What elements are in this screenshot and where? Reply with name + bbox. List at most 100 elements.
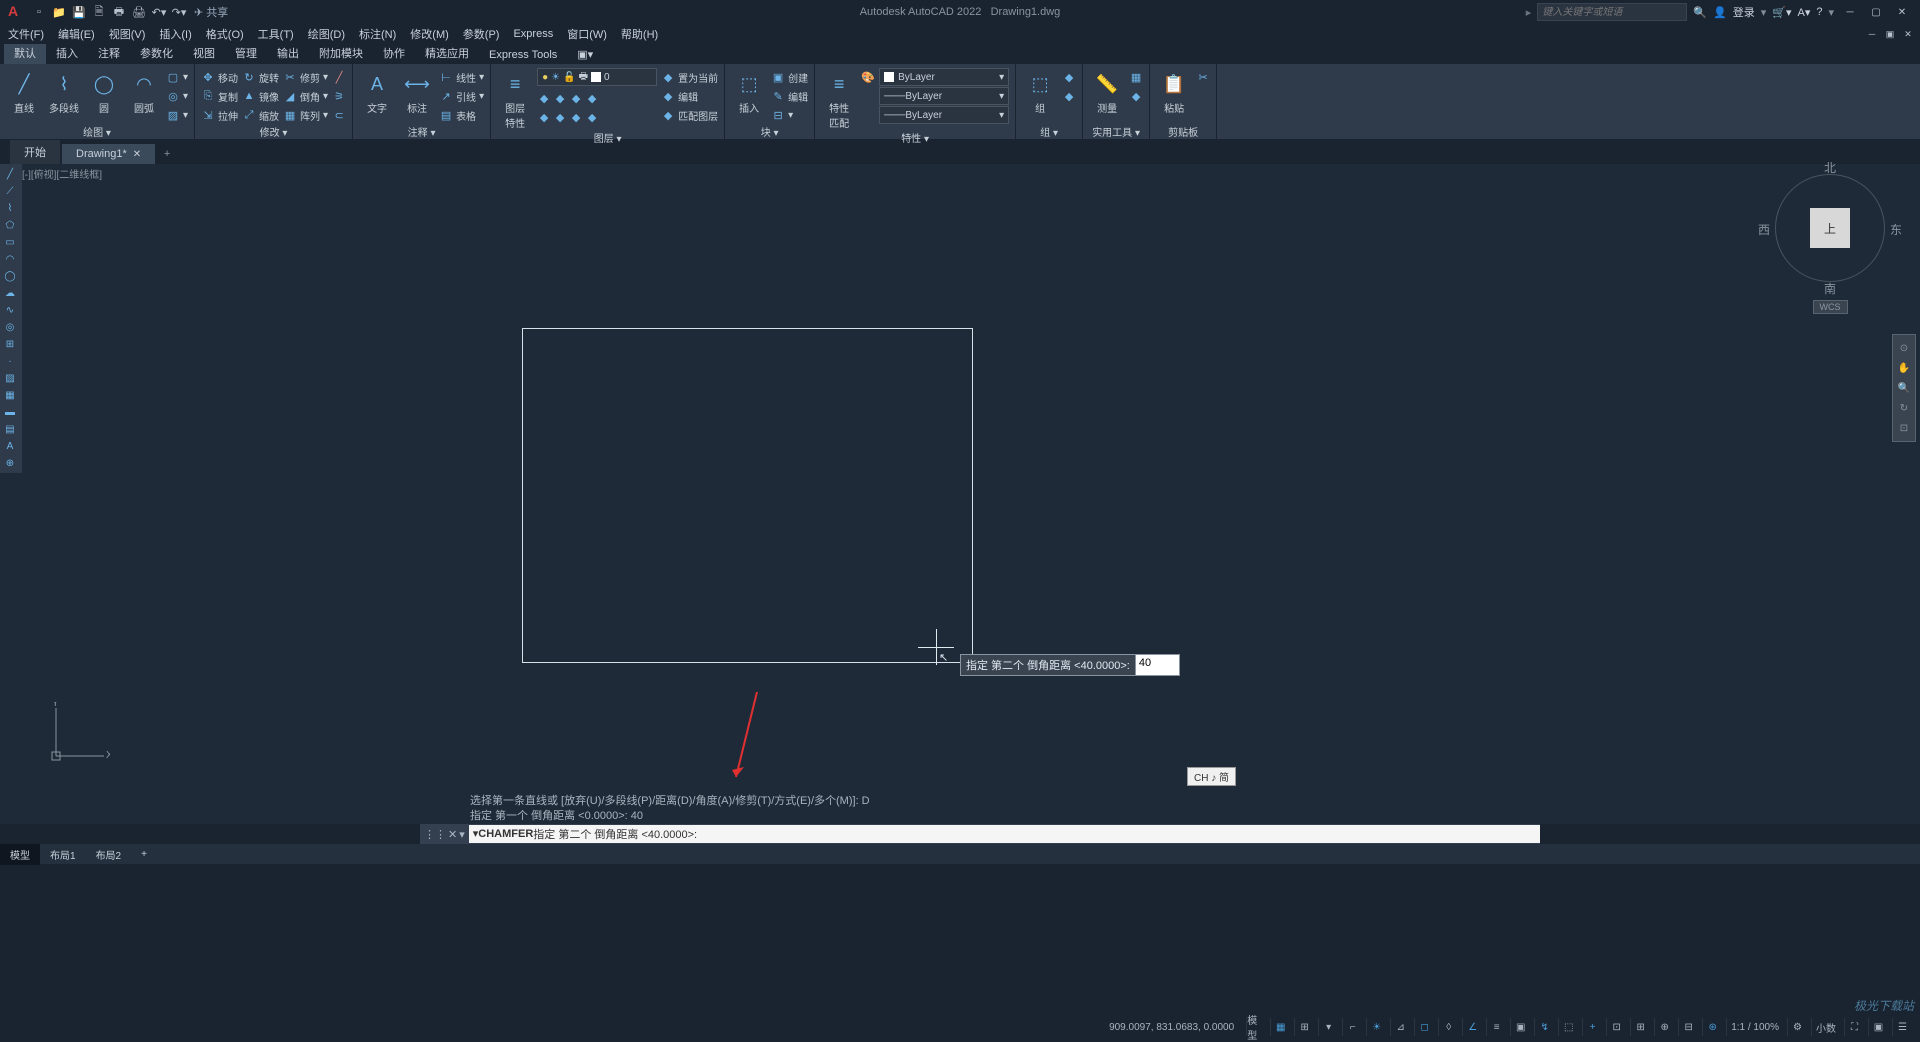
tool-spline-icon[interactable]: ∿ xyxy=(0,302,20,318)
util-sm2[interactable]: ◆ xyxy=(1129,87,1143,105)
nav-zoom-icon[interactable]: 🔍 xyxy=(1893,379,1915,397)
menu-window[interactable]: 窗口(W) xyxy=(567,26,607,42)
ribbon-tab-output[interactable]: 输出 xyxy=(267,42,309,64)
wcs-label[interactable]: WCS xyxy=(1813,300,1848,314)
layout-2[interactable]: 布局2 xyxy=(86,844,132,865)
tool-revcloud-icon[interactable]: ☁ xyxy=(0,285,20,301)
layer-sm7[interactable]: ◆ xyxy=(569,108,583,126)
status-otrack-icon[interactable]: ∠ xyxy=(1462,1018,1482,1036)
status-model[interactable]: 模型 xyxy=(1246,1018,1266,1036)
status-annoscale[interactable]: 1:1 / 100% xyxy=(1726,1018,1783,1036)
search-icon[interactable]: 🔍 xyxy=(1693,6,1707,19)
menu-file[interactable]: 文件(F) xyxy=(8,26,44,42)
qat-save-icon[interactable]: 💾 xyxy=(70,3,88,21)
menu-insert[interactable]: 插入(I) xyxy=(159,26,191,42)
ucs-icon[interactable]: YX xyxy=(50,702,110,762)
status-custom-icon[interactable]: ☰ xyxy=(1892,1018,1912,1036)
status-grid-icon[interactable]: ▦ xyxy=(1270,1018,1290,1036)
menu-tools[interactable]: 工具(T) xyxy=(258,26,294,42)
status-sel-icon[interactable]: ⊞ xyxy=(1630,1018,1650,1036)
ribbon-tab-manage[interactable]: 管理 xyxy=(225,42,267,64)
layer-sm3[interactable]: ◆ xyxy=(569,89,583,107)
status-snap-icon[interactable]: ⊞ xyxy=(1294,1018,1314,1036)
status-clean-icon[interactable]: ▣ xyxy=(1868,1018,1888,1036)
ribbon-tab-more[interactable]: ▣▾ xyxy=(567,45,603,64)
propmatch-button[interactable]: ≡特性匹配 xyxy=(821,66,857,130)
group-sm2[interactable]: ◆ xyxy=(1062,87,1076,105)
layer-sm2[interactable]: ◆ xyxy=(553,89,567,107)
status-annomonitor-icon[interactable]: ⊕ xyxy=(1654,1018,1674,1036)
layer-sm6[interactable]: ◆ xyxy=(553,108,567,126)
nav-pan-icon[interactable]: ✋ xyxy=(1893,359,1915,377)
status-transparency-icon[interactable]: ▣ xyxy=(1510,1018,1530,1036)
layer-sm1[interactable]: ◆ xyxy=(537,89,551,107)
viewcube-south[interactable]: 南 xyxy=(1824,280,1836,297)
dynamic-input[interactable]: 40 xyxy=(1136,654,1180,676)
tool-xline-icon[interactable]: ⟋ xyxy=(0,183,20,199)
status-dyn-icon[interactable]: + xyxy=(1582,1018,1602,1036)
tool-circle-icon[interactable]: ◯ xyxy=(0,268,20,284)
doc-minimize-button[interactable]: ─ xyxy=(1864,27,1880,41)
filetab-close-icon[interactable]: ✕ xyxy=(133,149,141,160)
qat-redo-icon[interactable]: ↷▾ xyxy=(170,3,188,21)
status-3dosnap-icon[interactable]: ◊ xyxy=(1438,1018,1458,1036)
status-iso-icon[interactable]: ⊿ xyxy=(1390,1018,1410,1036)
filetab-drawing1[interactable]: Drawing1*✕ xyxy=(62,144,155,164)
tool-table-icon[interactable]: ▤ xyxy=(0,421,20,437)
ribbon-tab-collab[interactable]: 协作 xyxy=(373,42,415,64)
offset-button[interactable]: ⊂ xyxy=(332,106,346,124)
panel-layer-title[interactable]: 图层 ▾ xyxy=(497,130,718,145)
tool-ellipse-icon[interactable]: ◎ xyxy=(0,319,20,335)
status-ortho-icon[interactable]: ⌐ xyxy=(1342,1018,1362,1036)
blockedit-button[interactable]: ✎编辑 xyxy=(771,87,808,105)
ribbon-tab-addon[interactable]: 附加模块 xyxy=(309,42,373,64)
status-lw-icon[interactable]: ≡ xyxy=(1486,1018,1506,1036)
ime-indicator[interactable]: CH ♪ 简 xyxy=(1187,767,1236,786)
leader-button[interactable]: ↗引线▾ xyxy=(439,87,484,105)
panel-props-title[interactable]: 特性 ▾ xyxy=(821,130,1009,145)
tool-block-icon[interactable]: ⊞ xyxy=(0,336,20,352)
fillet-button[interactable]: ◢倒角▾ xyxy=(283,87,328,105)
cart-icon[interactable]: 🛒▾ xyxy=(1772,6,1791,19)
tool-region-icon[interactable]: ▬ xyxy=(0,404,20,420)
scale-button[interactable]: ⤢缩放 xyxy=(242,106,279,124)
pline-button[interactable]: ⌇多段线 xyxy=(46,66,82,115)
array-button[interactable]: ▦阵列▾ xyxy=(283,106,328,124)
matchlayer-button[interactable]: ◆匹配图层 xyxy=(661,106,718,124)
menu-dim[interactable]: 标注(N) xyxy=(359,26,396,42)
menu-help[interactable]: 帮助(H) xyxy=(621,26,658,42)
maximize-button[interactable]: ▢ xyxy=(1866,3,1886,21)
ribbon-tab-express[interactable]: Express Tools xyxy=(479,46,567,64)
panel-modify-title[interactable]: 修改 ▾ xyxy=(201,124,346,139)
ribbon-tab-default[interactable]: 默认 xyxy=(4,42,46,64)
menu-draw[interactable]: 绘图(D) xyxy=(308,26,345,42)
ellipse-button[interactable]: ◎▾ xyxy=(166,87,188,105)
tool-hatch-icon[interactable]: ▨ xyxy=(0,370,20,386)
drawing-area[interactable]: [-][俯视][二维线框] ╱ ⟋ ⌇ ⬠ ▭ ◠ ◯ ☁ ∿ ◎ ⊞ ∙ ▨ … xyxy=(0,164,1920,794)
layout-model[interactable]: 模型 xyxy=(0,844,40,865)
viewcube-east[interactable]: 东 xyxy=(1890,221,1902,238)
search-input[interactable] xyxy=(1537,3,1687,21)
status-polar-icon[interactable]: ☀ xyxy=(1366,1018,1386,1036)
status-sc-icon[interactable]: ↯ xyxy=(1534,1018,1554,1036)
group-sm1[interactable]: ◆ xyxy=(1062,68,1076,86)
autodesk-icon[interactable]: A▾ xyxy=(1797,6,1810,19)
panel-draw-title[interactable]: 绘图 ▾ xyxy=(6,124,188,139)
ribbon-tab-view[interactable]: 视图 xyxy=(183,42,225,64)
doc-restore-button[interactable]: ▣ xyxy=(1882,27,1898,41)
ribbon-tab-featured[interactable]: 精选应用 xyxy=(415,42,479,64)
menu-format[interactable]: 格式(O) xyxy=(206,26,244,42)
qat-open-icon[interactable]: 📁 xyxy=(50,3,68,21)
dim-button[interactable]: ⟷标注 xyxy=(399,66,435,115)
layer-sm4[interactable]: ◆ xyxy=(585,89,599,107)
share-button[interactable]: ✈共享 xyxy=(194,4,228,20)
tool-rect-icon[interactable]: ▭ xyxy=(0,234,20,250)
viewport-label[interactable]: [-][俯视][二维线框] xyxy=(22,166,102,181)
nav-wheel-icon[interactable]: ⊙ xyxy=(1893,339,1915,357)
circle-button[interactable]: ◯圆 xyxy=(86,66,122,115)
status-decimal[interactable]: 小数 xyxy=(1811,1018,1840,1036)
help-icon[interactable]: ? xyxy=(1816,6,1822,18)
rotate-button[interactable]: ↻旋转 xyxy=(242,68,279,86)
stretch-button[interactable]: ⇲拉伸 xyxy=(201,106,238,124)
tool-addselected-icon[interactable]: ⊕ xyxy=(0,455,20,471)
